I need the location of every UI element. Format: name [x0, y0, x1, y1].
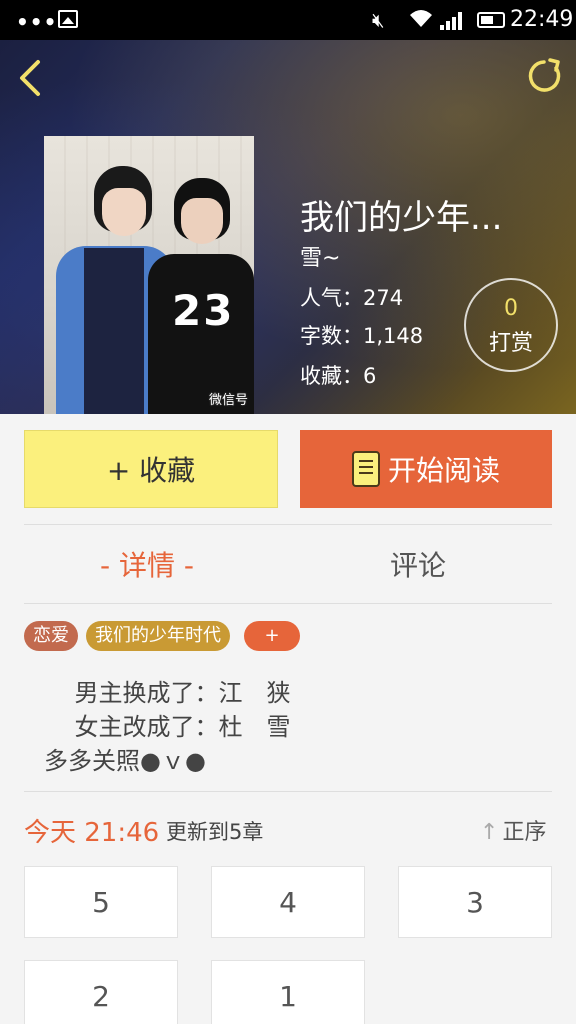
book-description: 男主换成了：江 狭 女主改成了：杜 雪 多多关照●ｖ● [44, 679, 291, 775]
book-author[interactable]: 雪~ [300, 240, 340, 272]
cover-jersey-number: 23 [172, 286, 235, 335]
word-count-stat: 字数：1,148 [300, 324, 424, 348]
update-text: 更新到5章 [166, 820, 264, 844]
refresh-button[interactable] [524, 56, 564, 96]
clock: 22:49 [510, 7, 574, 32]
chapter-button[interactable]: 5 [24, 866, 178, 938]
add-favorite-button[interactable]: + 收藏 [24, 430, 278, 508]
divider [24, 524, 552, 525]
arrow-up-icon: ↑ [480, 820, 499, 845]
tip-count: 0 [504, 296, 518, 321]
chapter-button[interactable]: 4 [211, 866, 365, 938]
tab-details[interactable]: - 详情 - [100, 544, 194, 584]
notification-dots: ••• [16, 10, 58, 34]
image-notification-icon [58, 10, 78, 28]
signal-icon [440, 10, 466, 30]
tip-label: 打赏 [488, 331, 533, 356]
tip-button[interactable]: 0 打赏 [464, 278, 558, 372]
battery-icon [477, 12, 505, 28]
chapter-button[interactable]: 1 [211, 960, 365, 1024]
sort-order-button[interactable]: ↑ 正序 [480, 814, 546, 846]
divider [24, 603, 552, 604]
favorites-stat: 收藏：6 [300, 364, 377, 388]
book-icon [351, 451, 380, 487]
popularity-stat: 人气：274 [300, 286, 404, 310]
refresh-icon [528, 58, 561, 92]
mute-icon: 🔇︎ [372, 8, 385, 32]
cover-watermark: 微信号 [208, 393, 248, 408]
status-bar: ••• 🔇︎ 22:49 [0, 0, 576, 40]
start-reading-label: 开始阅读 [387, 454, 500, 487]
chapter-button[interactable]: 2 [24, 960, 178, 1024]
book-header: 23 微信号 我们的少年... 雪~ 人气：274 字数：1,148 收藏：6 … [0, 40, 576, 414]
tag-show-title[interactable]: 我们的少年时代 [86, 621, 230, 651]
book-title: 我们的少年... [300, 198, 503, 238]
add-tag-button[interactable]: + [244, 621, 300, 651]
tag-romance[interactable]: 恋爱 [24, 621, 78, 651]
book-cover-image: 23 微信号 [44, 136, 254, 414]
back-button[interactable] [14, 58, 50, 98]
divider [24, 791, 552, 792]
add-favorite-label: + 收藏 [106, 454, 196, 487]
update-time: 今天 21:46 [24, 818, 160, 848]
chapter-button[interactable]: 3 [398, 866, 552, 938]
tab-comments[interactable]: 评论 [390, 544, 446, 584]
sort-order-label: 正序 [502, 820, 547, 845]
start-reading-button[interactable]: 开始阅读 [300, 430, 552, 508]
wifi-icon [408, 7, 434, 34]
chevron-left-icon [20, 60, 40, 96]
